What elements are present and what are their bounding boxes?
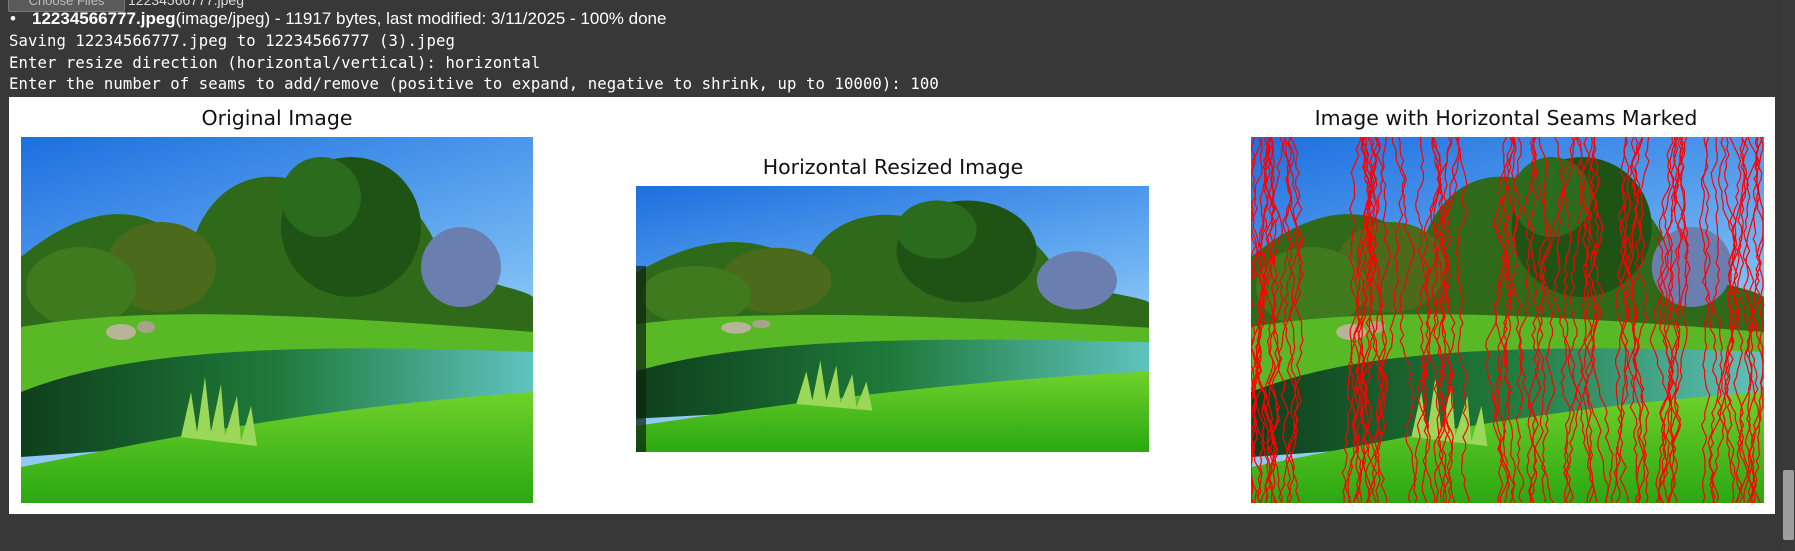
chosen-file-name: 12234566777.jpeg — [128, 0, 245, 8]
figure-output: Original Image Horizontal Resized Image … — [9, 97, 1775, 514]
upload-filename: 12234566777.jpeg — [32, 9, 176, 28]
seams-image — [1251, 137, 1764, 503]
log-line-seams: Enter the number of seams to add/remove … — [9, 75, 939, 93]
bullet-icon: • — [10, 9, 16, 28]
upload-details: (image/jpeg) - 11917 bytes, last modifie… — [175, 9, 667, 28]
log-line-direction: Enter resize direction (horizontal/verti… — [9, 54, 541, 72]
upload-status-item: • 12234566777.jpeg(image/jpeg) - 11917 by… — [10, 9, 666, 29]
log-line-saving: Saving 12234566777.jpeg to 12234566777 (… — [9, 32, 455, 50]
scrollbar[interactable] — [1782, 0, 1795, 551]
original-image — [21, 137, 533, 503]
figure-canvas — [21, 137, 1764, 503]
scrollbar-thumb[interactable] — [1783, 470, 1794, 540]
resized-image — [636, 186, 1149, 452]
